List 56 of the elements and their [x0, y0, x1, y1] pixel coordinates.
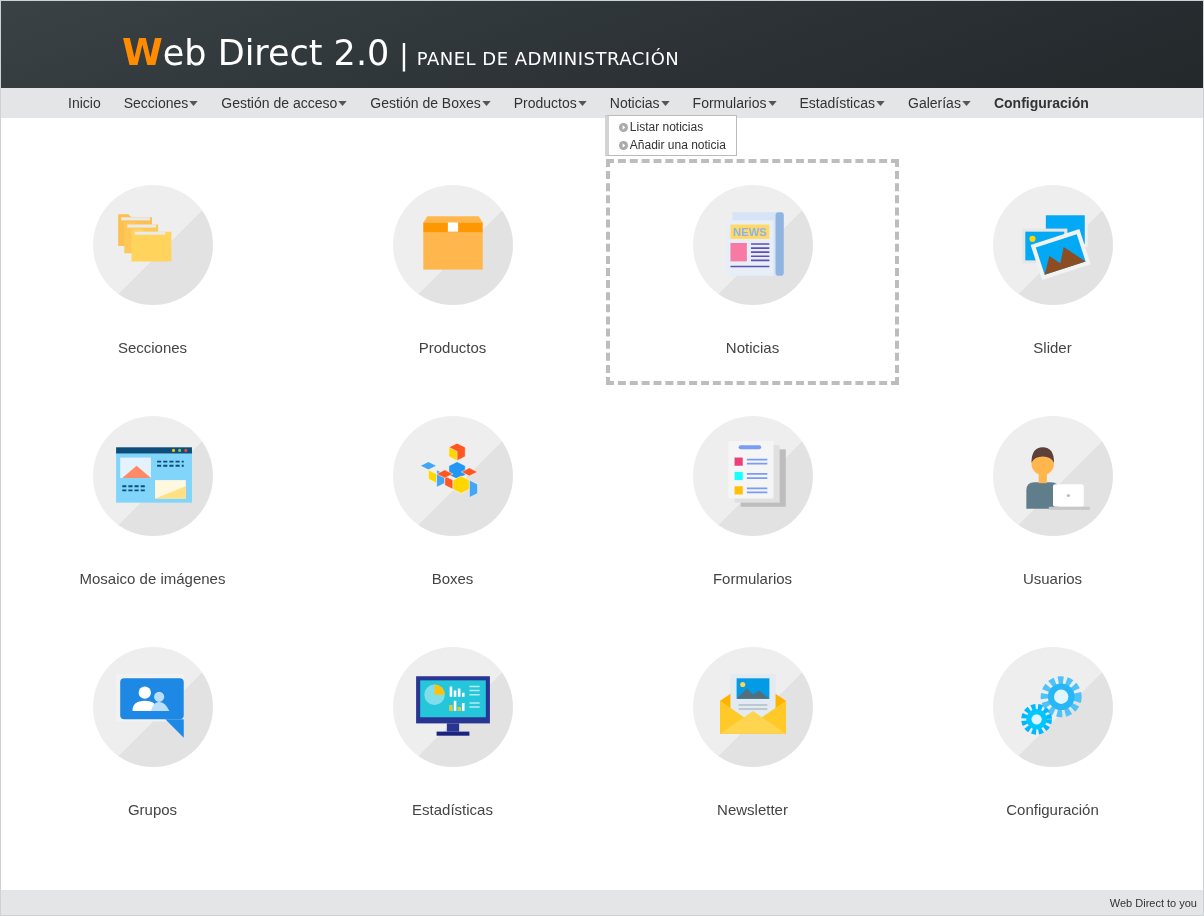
- tile-label: Noticias: [725, 339, 780, 356]
- tile-label: Formularios: [712, 570, 793, 587]
- menu-tile[interactable]: Estadísticas: [306, 621, 599, 847]
- envelope-icon: [719, 674, 786, 734]
- tile-label: Estadísticas: [412, 801, 493, 818]
- logo-initial: W: [122, 31, 163, 74]
- nav-item[interactable]: Configuración: [993, 95, 1089, 111]
- arrow-circle-icon: [618, 140, 628, 150]
- tile-label: Configuración: [1006, 801, 1099, 818]
- logo-subtitle: PANEL DE ADMINISTRACIÓN: [416, 48, 680, 69]
- nav-item[interactable]: Gestión de acceso: [221, 95, 348, 111]
- folders-icon: [117, 214, 171, 262]
- menu-tile[interactable]: Usuarios: [906, 390, 1199, 616]
- chat-people-icon: [115, 674, 184, 738]
- menu-item[interactable]: Listar noticias: [618, 120, 726, 134]
- tile-label: Boxes: [431, 570, 474, 587]
- menu-tile[interactable]: Grupos: [6, 621, 299, 847]
- nav-item[interactable]: Inicio: [68, 95, 101, 111]
- menu-tile[interactable]: Newsletter: [606, 621, 899, 847]
- photos-icon: [1021, 212, 1091, 280]
- tile-label: Newsletter: [717, 801, 788, 818]
- document-list-icon: [727, 441, 786, 507]
- menu-tile[interactable]: Slider: [906, 159, 1199, 385]
- tile-label: Usuarios: [1022, 570, 1083, 587]
- menu-tile[interactable]: NEWS Noticias: [606, 159, 899, 385]
- footer-text: Web Direct to you: [1109, 896, 1197, 909]
- tile-label: Mosaico de imágenes: [79, 570, 226, 587]
- menu-tile[interactable]: Productos: [306, 159, 599, 385]
- logo-text: eb Direct 2.0: [162, 33, 390, 73]
- menu-tile[interactable]: Configuración: [906, 621, 1199, 847]
- nav-item[interactable]: Galerías: [908, 95, 971, 111]
- monitor-chart-icon: [415, 676, 490, 736]
- gears-icon: [1020, 676, 1082, 735]
- person-laptop-icon: [1025, 447, 1090, 510]
- news-label: NEWS: [732, 225, 767, 238]
- logo-separator: |: [399, 39, 409, 72]
- nav-item[interactable]: Gestión de Boxes: [370, 95, 491, 111]
- newspaper-icon: [725, 212, 784, 276]
- tile-label: Slider: [1033, 339, 1072, 356]
- tile-label: Productos: [418, 339, 487, 356]
- nav-item[interactable]: Estadísticas: [799, 95, 885, 111]
- nav-item[interactable]: Noticias: [609, 95, 670, 111]
- cubes-icon: [419, 442, 478, 498]
- tile-label: Secciones: [117, 339, 188, 356]
- box-icon: [422, 216, 483, 270]
- browser-window-icon: [115, 447, 192, 503]
- menu-tile[interactable]: Formularios: [606, 390, 899, 616]
- nav-item[interactable]: Secciones: [123, 95, 199, 111]
- nav-item[interactable]: Productos: [513, 95, 587, 111]
- nav-item[interactable]: Formularios: [692, 95, 777, 111]
- menu-tile[interactable]: Mosaico de imágenes: [6, 390, 299, 616]
- menu-item[interactable]: Añadir una noticia: [618, 138, 726, 152]
- menu-tile[interactable]: Boxes: [306, 390, 599, 616]
- tile-label: Grupos: [127, 801, 178, 818]
- menu-tile[interactable]: Secciones: [6, 159, 299, 385]
- arrow-circle-icon: [618, 122, 628, 132]
